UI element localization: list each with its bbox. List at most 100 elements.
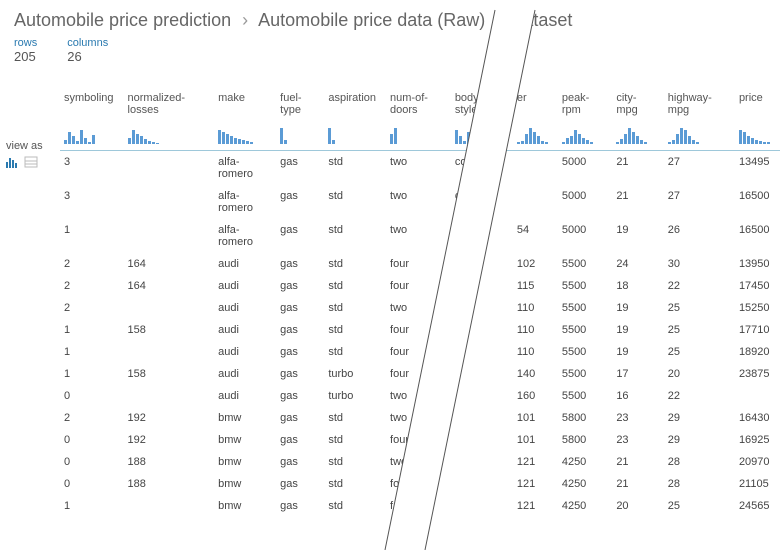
table-row[interactable]: 1158audigasturbofour1405500172023875 — [60, 363, 780, 385]
cell: alfa-romero — [214, 185, 276, 219]
table-row[interactable]: 0188bmwgasstdfo1214250212821105 — [60, 473, 780, 495]
cell: convertib — [451, 151, 513, 186]
spark-highway-mpg — [664, 120, 735, 151]
cell: 16430 — [735, 407, 780, 429]
cell: bmw — [214, 429, 276, 451]
cell: se — [451, 275, 513, 297]
cell: 21 — [612, 451, 663, 473]
cell: gas — [276, 385, 324, 407]
cell: std — [324, 407, 386, 429]
cell: f — [386, 495, 451, 517]
cell: 16500 — [735, 185, 780, 219]
cell: audi — [214, 253, 276, 275]
cell: 4250 — [558, 473, 612, 495]
cell: gas — [276, 451, 324, 473]
col-make[interactable]: make — [214, 88, 276, 120]
cell: gas — [276, 319, 324, 341]
cell: audi — [214, 341, 276, 363]
col-fuel-type[interactable]: fuel-type — [276, 88, 324, 120]
cell: 5000 — [558, 151, 612, 186]
cell: 21 — [612, 185, 663, 219]
table-row[interactable]: 3alfa-romerogasstdtwoconvertib5000212713… — [60, 151, 780, 186]
table-row[interactable]: 2164audigasstdfourse1155500182217450 — [60, 275, 780, 297]
cell: 20970 — [735, 451, 780, 473]
cell: 20 — [612, 495, 663, 517]
col-er[interactable]: er — [513, 88, 558, 120]
cell: gas — [276, 185, 324, 219]
table-row[interactable]: 1alfa-romerogasstdtwohatch54500019261650… — [60, 219, 780, 253]
table-row[interactable]: 0188bmwgasstdtwo1214250212820970 — [60, 451, 780, 473]
col-num-of-doors[interactable]: num-of-doors — [386, 88, 451, 120]
table-row[interactable]: 0audigasturbotwo16055001622 — [60, 385, 780, 407]
col-symboling[interactable]: symboling — [60, 88, 124, 120]
crumb-1[interactable]: Automobile price data (Raw) — [258, 10, 485, 30]
col-highway-mpg[interactable]: highway-mpg — [664, 88, 735, 120]
cell: 121 — [513, 473, 558, 495]
table-row[interactable]: 0192bmwgasstdfour1015800232916925 — [60, 429, 780, 451]
cell: gas — [276, 473, 324, 495]
cell — [451, 473, 513, 495]
table-row[interactable]: 2192bmwgasstdtwo1015800232916430 — [60, 407, 780, 429]
spark-make — [214, 120, 276, 151]
cell: std — [324, 473, 386, 495]
cell: two — [386, 185, 451, 219]
histogram-view-icon[interactable] — [6, 156, 20, 168]
col-city-mpg[interactable]: city-mpg — [612, 88, 663, 120]
cell: gas — [276, 429, 324, 451]
table-row[interactable]: 2164audigasstdfourseda1025500243013950 — [60, 253, 780, 275]
cell: 18920 — [735, 341, 780, 363]
crumb-0[interactable]: Automobile price prediction — [14, 10, 231, 30]
cell: 21105 — [735, 473, 780, 495]
col-aspiration[interactable]: aspiration — [324, 88, 386, 120]
table-row[interactable]: 1audigasstdfour1105500192518920 — [60, 341, 780, 363]
cell: 5000 — [558, 219, 612, 253]
table-row[interactable]: 2audigasstdtwose1105500192515250 — [60, 297, 780, 319]
col-body-style[interactable]: body-style — [451, 88, 513, 120]
cell — [735, 385, 780, 407]
cell: 17710 — [735, 319, 780, 341]
table-row[interactable]: 1bmwgasstdf1214250202524565 — [60, 495, 780, 517]
cell: se — [451, 297, 513, 319]
cell: 29 — [664, 407, 735, 429]
col-normalized-losses[interactable]: normalized-losses — [124, 88, 215, 120]
cell: 158 — [124, 363, 215, 385]
cell: 0 — [60, 385, 124, 407]
cell: 5500 — [558, 319, 612, 341]
cell: 13495 — [735, 151, 780, 186]
cell: std — [324, 151, 386, 186]
cell: 1 — [60, 319, 124, 341]
rows-value: 205 — [14, 49, 37, 64]
col-peak-rpm[interactable]: peak-rpm — [558, 88, 612, 120]
column-headers: symbolingnormalized-lossesmakefuel-typea… — [60, 88, 780, 120]
cell: 5800 — [558, 407, 612, 429]
cell: 1 — [60, 341, 124, 363]
cell: audi — [214, 297, 276, 319]
cell — [451, 363, 513, 385]
cell: 21 — [612, 151, 663, 186]
cell: two — [386, 385, 451, 407]
cell — [451, 319, 513, 341]
cell: 29 — [664, 429, 735, 451]
cell: 19 — [612, 219, 663, 253]
cell: 5500 — [558, 385, 612, 407]
table-row[interactable]: 1158audigasstdfour1105500192517710 — [60, 319, 780, 341]
cell: 0 — [60, 473, 124, 495]
table-row[interactable]: 3alfa-romerogasstdtwoconver5000212716500 — [60, 185, 780, 219]
cell: 54 — [513, 219, 558, 253]
cell: 5500 — [558, 363, 612, 385]
cell: 164 — [124, 253, 215, 275]
cell: gas — [276, 219, 324, 253]
crumb-2[interactable]: dataset — [513, 10, 572, 30]
spark-num-of-doors — [386, 120, 451, 151]
cell: 0 — [60, 429, 124, 451]
cell: 192 — [124, 429, 215, 451]
cell: bmw — [214, 451, 276, 473]
cell: two — [386, 297, 451, 319]
cell: seda — [451, 253, 513, 275]
cell — [124, 185, 215, 219]
data-table[interactable]: symbolingnormalized-lossesmakefuel-typea… — [60, 88, 780, 550]
cell: 101 — [513, 429, 558, 451]
col-price[interactable]: price — [735, 88, 780, 120]
table-view-icon[interactable] — [24, 156, 38, 168]
cell: 19 — [612, 341, 663, 363]
